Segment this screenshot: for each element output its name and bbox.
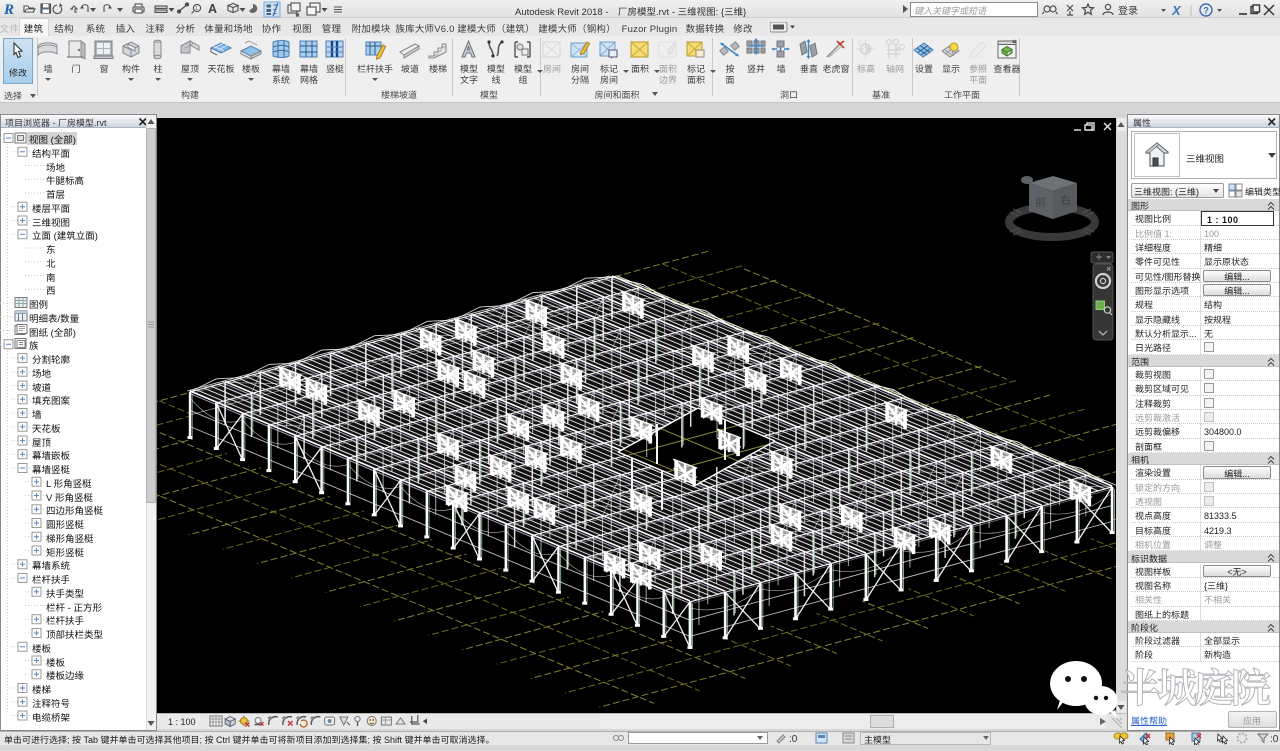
svg-text:前: 前 [1035,194,1046,210]
svg-text:半城庭院: 半城庭院 [1120,657,1271,714]
svg-text::0: :0 [1270,731,1279,745]
svg-text:?: ? [1203,4,1209,17]
svg-text:X: X [1171,2,1182,18]
svg-text:右: 右 [1060,192,1071,208]
svg-text:-1: -1 [856,38,862,47]
svg-text:登录: 登录 [1118,2,1138,17]
svg-text:R: R [3,2,14,18]
svg-text:A: A [208,0,217,17]
svg-text::0: :0 [789,732,798,744]
svg-text:1: 1 [195,5,198,12]
